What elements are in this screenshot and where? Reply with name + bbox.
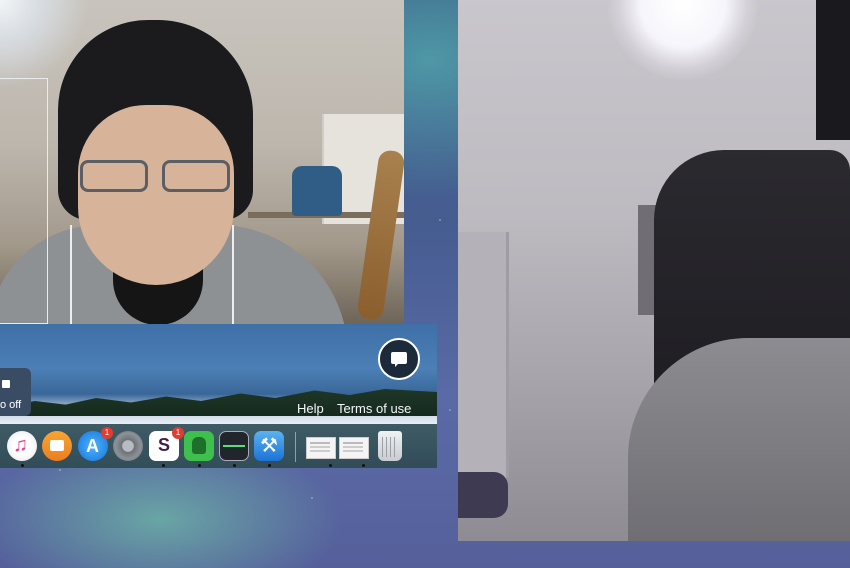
local-video-feed bbox=[0, 0, 404, 324]
trash-icon[interactable] bbox=[378, 431, 402, 461]
wall-niche bbox=[458, 232, 509, 478]
video-off-label: o off bbox=[0, 399, 22, 411]
ibooks-icon[interactable] bbox=[42, 431, 72, 461]
running-indicator bbox=[162, 464, 165, 467]
chat-bubble-icon bbox=[391, 352, 407, 364]
evernote-icon[interactable] bbox=[184, 431, 214, 461]
running-indicator bbox=[233, 464, 236, 467]
selection-rectangle bbox=[0, 78, 48, 324]
system-preferences-icon[interactable] bbox=[113, 431, 143, 461]
notification-badge: 1 bbox=[172, 427, 184, 439]
local-participant bbox=[0, 20, 348, 324]
running-indicator bbox=[268, 464, 271, 467]
running-indicator bbox=[198, 464, 201, 467]
terms-of-use-link[interactable]: Terms of use bbox=[337, 401, 411, 416]
notification-badge: 1 bbox=[101, 427, 113, 439]
macos-dock: 1 1 bbox=[0, 424, 437, 468]
minimized-window-thumbnail[interactable] bbox=[306, 437, 336, 459]
running-indicator bbox=[329, 464, 332, 467]
earphone-cable-right bbox=[232, 225, 234, 324]
running-indicator bbox=[21, 464, 24, 467]
chat-button[interactable] bbox=[378, 338, 420, 380]
foreground-object bbox=[458, 472, 508, 518]
activity-monitor-icon[interactable] bbox=[219, 431, 249, 461]
chat-bubble-tail bbox=[395, 363, 399, 367]
slack-icon[interactable]: 1 bbox=[149, 427, 184, 461]
help-link[interactable]: Help bbox=[297, 401, 324, 416]
video-camera-icon bbox=[2, 380, 10, 388]
remote-participant-hair bbox=[816, 0, 850, 140]
ceiling-light bbox=[608, 0, 758, 80]
dock-separator bbox=[295, 432, 296, 462]
remote-video-feed bbox=[458, 0, 850, 541]
participant-glasses bbox=[80, 160, 230, 192]
earphone-cable-left bbox=[70, 225, 72, 324]
app-store-icon[interactable]: 1 bbox=[78, 427, 113, 461]
minimized-window-thumbnail[interactable] bbox=[339, 437, 369, 459]
video-off-button[interactable]: o off bbox=[0, 368, 31, 416]
running-indicator bbox=[362, 464, 365, 467]
participant-face bbox=[78, 105, 234, 285]
itunes-icon[interactable] bbox=[7, 431, 37, 461]
xcode-icon[interactable] bbox=[254, 431, 284, 461]
